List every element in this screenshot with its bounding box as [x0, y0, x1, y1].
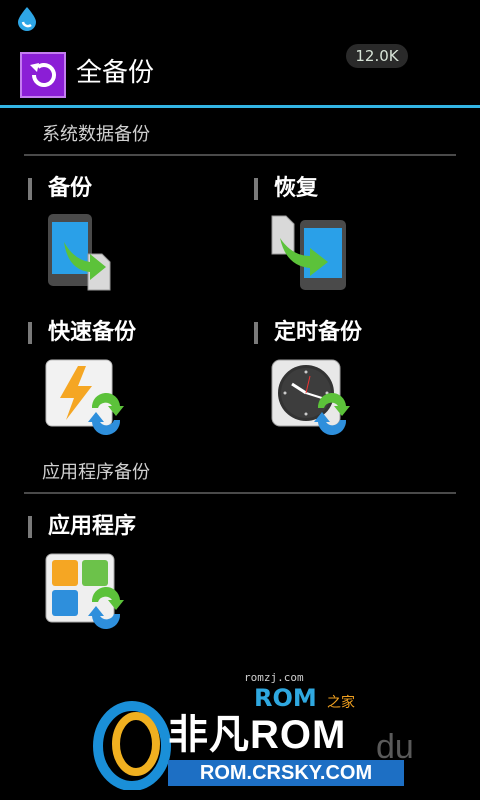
restore-arrow-icon: [30, 63, 56, 87]
phone-to-sdcard-icon: [48, 214, 111, 291]
tile-label: 快速备份: [48, 320, 137, 345]
tile-apps[interactable]: 应用程序: [28, 512, 228, 642]
tile-label: 应用程序: [48, 514, 137, 539]
tile-marker: [254, 178, 258, 200]
tile-restore[interactable]: 恢复: [254, 174, 454, 304]
tile-label: 备份: [48, 176, 93, 201]
watermark-brand: 非凡ROM: [168, 713, 347, 757]
action-bar: [0, 38, 480, 106]
tile-marker: [28, 322, 32, 344]
apps-grid-sync-icon: [45, 553, 124, 630]
tile-label: 恢复: [274, 176, 319, 201]
watermark-swirl-logo: [93, 701, 171, 790]
backup-app-icon[interactable]: [20, 52, 66, 98]
clock-sync-icon: [271, 359, 350, 436]
section-title-system: 系统数据备份: [42, 124, 150, 145]
tile-marker: [254, 322, 258, 344]
tile-marker: [28, 516, 32, 538]
tile-scheduled-backup[interactable]: 定时备份: [254, 318, 454, 448]
size-badge: 12.0K: [346, 44, 408, 68]
status-bar: [0, 0, 480, 38]
tile-quick-backup[interactable]: 快速备份: [28, 318, 228, 448]
page-title: 全备份: [76, 58, 155, 88]
lightning-sync-icon: [45, 359, 124, 436]
tile-label: 定时备份: [274, 320, 363, 345]
tile-marker: [28, 178, 32, 200]
water-drop-icon: [18, 7, 36, 31]
watermark-url: ROM.CRSKY.COM: [168, 760, 404, 786]
watermark-site-small: romzj.com: [244, 671, 304, 684]
section-divider: [24, 154, 456, 156]
action-bar-divider: [0, 105, 480, 108]
section-title-apps: 应用程序备份: [42, 462, 150, 483]
tile-backup[interactable]: 备份: [28, 174, 228, 304]
section-divider: [24, 492, 456, 494]
sdcard-to-phone-icon: [271, 215, 346, 290]
